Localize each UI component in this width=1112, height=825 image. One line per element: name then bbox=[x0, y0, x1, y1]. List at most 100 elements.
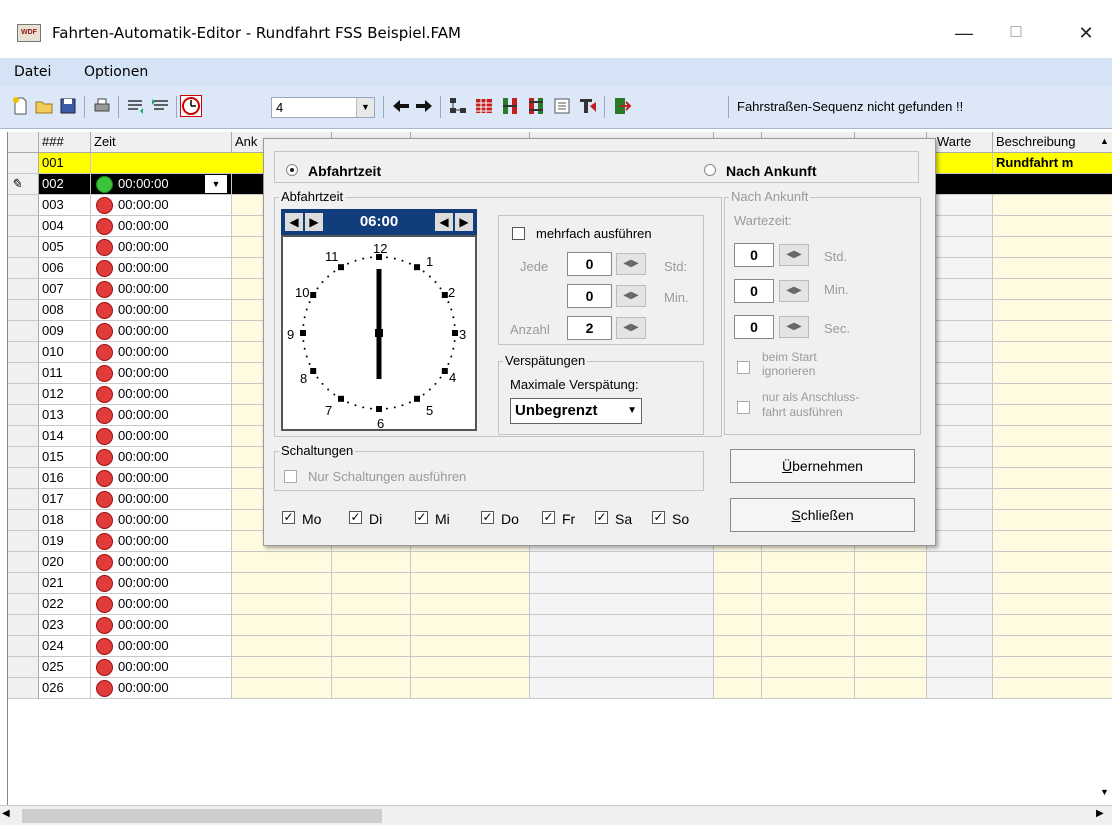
analog-clock[interactable]: 12 1 2 3 4 5 6 7 8 9 10 11 bbox=[281, 235, 477, 431]
switch-icon[interactable] bbox=[526, 96, 546, 116]
time-cell[interactable]: 00:00:00 bbox=[91, 594, 232, 615]
delete-row-icon[interactable] bbox=[150, 96, 170, 116]
table-cell[interactable] bbox=[855, 552, 927, 573]
time-cell[interactable]: 00:00:00 bbox=[91, 552, 232, 573]
table-cell[interactable] bbox=[530, 636, 714, 657]
table-cell[interactable] bbox=[855, 657, 927, 678]
table-cell[interactable] bbox=[855, 636, 927, 657]
table-cell[interactable] bbox=[762, 594, 855, 615]
time-cell[interactable]: 00:00:00 bbox=[91, 636, 232, 657]
table-cell[interactable] bbox=[332, 573, 411, 594]
time-cell[interactable]: 00:00:00 bbox=[91, 573, 232, 594]
table-cell[interactable] bbox=[714, 615, 762, 636]
table-cell[interactable] bbox=[993, 216, 1112, 237]
time-cell[interactable]: 00:00:00 bbox=[91, 363, 232, 384]
table-cell[interactable] bbox=[927, 405, 993, 426]
clock-toolbar-icon[interactable] bbox=[180, 95, 202, 117]
table-cell[interactable] bbox=[332, 678, 411, 699]
table-cell[interactable] bbox=[927, 531, 993, 552]
table-cell[interactable] bbox=[332, 636, 411, 657]
table-cell[interactable] bbox=[993, 615, 1112, 636]
row-indicator[interactable] bbox=[8, 615, 39, 636]
hour-back-icon[interactable]: ◀ bbox=[285, 213, 303, 231]
table-row[interactable]: 023 00:00:00 bbox=[8, 615, 1112, 636]
table-cell[interactable] bbox=[411, 615, 530, 636]
table-cell[interactable] bbox=[530, 657, 714, 678]
table-cell[interactable] bbox=[993, 300, 1112, 321]
open-folder-icon[interactable] bbox=[34, 96, 54, 116]
row-indicator[interactable] bbox=[8, 279, 39, 300]
chevron-down-icon[interactable]: ▼ bbox=[205, 175, 227, 193]
table-row[interactable]: 026 00:00:00 bbox=[8, 678, 1112, 699]
table-cell[interactable] bbox=[232, 573, 332, 594]
beim-start-checkbox[interactable] bbox=[737, 361, 750, 374]
time-cell[interactable]: 00:00:00 bbox=[91, 678, 232, 699]
menu-datei[interactable]: Datei bbox=[14, 64, 51, 80]
row-indicator[interactable] bbox=[8, 363, 39, 384]
row-indicator[interactable] bbox=[8, 342, 39, 363]
maximize-button[interactable]: ☐ bbox=[996, 18, 1036, 48]
table-cell[interactable] bbox=[232, 615, 332, 636]
time-cell[interactable]: 00:00:00 bbox=[91, 657, 232, 678]
table-cell[interactable] bbox=[993, 426, 1112, 447]
jede-min-input[interactable]: 0 bbox=[567, 284, 612, 308]
horizontal-scrollbar[interactable]: ◀ ▶ bbox=[0, 805, 1112, 825]
time-cell[interactable]: 00:00:00 bbox=[91, 321, 232, 342]
chevron-down-icon[interactable]: ▼ bbox=[627, 405, 637, 416]
row-indicator[interactable] bbox=[8, 636, 39, 657]
time-cell[interactable]: 00:00:00 bbox=[91, 279, 232, 300]
row-indicator[interactable] bbox=[8, 195, 39, 216]
table-row[interactable]: 020 00:00:00 bbox=[8, 552, 1112, 573]
schliessen-button[interactable]: Schließen bbox=[730, 498, 915, 532]
table-cell[interactable] bbox=[993, 195, 1112, 216]
table-cell[interactable] bbox=[855, 573, 927, 594]
table-cell[interactable] bbox=[993, 468, 1112, 489]
time-cell[interactable]: 00:00:00 bbox=[91, 426, 232, 447]
row-indicator[interactable] bbox=[8, 447, 39, 468]
wait-sec-input[interactable]: 0 bbox=[734, 315, 774, 339]
column-header-beschreibung[interactable]: Beschreibung bbox=[993, 132, 1112, 153]
table-cell[interactable] bbox=[762, 678, 855, 699]
table-cell[interactable] bbox=[993, 363, 1112, 384]
menu-optionen[interactable]: Optionen bbox=[84, 64, 148, 80]
table-cell[interactable] bbox=[993, 657, 1112, 678]
table-cell[interactable] bbox=[855, 615, 927, 636]
table-cell[interactable] bbox=[332, 615, 411, 636]
weekday-checkbox-mo[interactable]: ✓ bbox=[282, 511, 295, 524]
arrow-left-icon[interactable] bbox=[391, 96, 411, 116]
wait-min-spinner[interactable]: ◀▶ bbox=[779, 280, 809, 302]
new-file-icon[interactable] bbox=[10, 96, 30, 116]
table-cell[interactable] bbox=[927, 258, 993, 279]
table-cell[interactable] bbox=[714, 657, 762, 678]
table-cell[interactable] bbox=[993, 384, 1112, 405]
time-cell[interactable]: 00:00:00 bbox=[91, 237, 232, 258]
table-cell[interactable] bbox=[530, 615, 714, 636]
print-icon[interactable] bbox=[92, 96, 112, 116]
row-indicator[interactable] bbox=[8, 384, 39, 405]
table-cell[interactable] bbox=[993, 594, 1112, 615]
network-icon[interactable] bbox=[448, 96, 468, 116]
scroll-right-icon[interactable]: ▶ bbox=[1096, 808, 1104, 819]
table-cell[interactable] bbox=[411, 573, 530, 594]
table-cell[interactable] bbox=[411, 678, 530, 699]
table-cell[interactable] bbox=[332, 552, 411, 573]
table-cell[interactable] bbox=[927, 510, 993, 531]
table-cell[interactable] bbox=[927, 489, 993, 510]
weekday-checkbox-di[interactable]: ✓ bbox=[349, 511, 362, 524]
table-cell[interactable] bbox=[714, 573, 762, 594]
list-view-icon[interactable] bbox=[552, 96, 572, 116]
table-cell[interactable] bbox=[927, 237, 993, 258]
table-cell[interactable] bbox=[762, 615, 855, 636]
table-cell[interactable] bbox=[232, 657, 332, 678]
row-indicator[interactable] bbox=[8, 321, 39, 342]
wait-std-input[interactable]: 0 bbox=[734, 243, 774, 267]
scrollbar-thumb[interactable] bbox=[22, 809, 382, 823]
weekday-checkbox-fr[interactable]: ✓ bbox=[542, 511, 555, 524]
table-row[interactable]: 021 00:00:00 bbox=[8, 573, 1112, 594]
table-cell[interactable] bbox=[993, 237, 1112, 258]
time-cell[interactable]: 00:00:00 bbox=[91, 342, 232, 363]
minute-back-icon[interactable]: ◀ bbox=[435, 213, 453, 231]
time-cell[interactable]: 00:00:00 bbox=[91, 615, 232, 636]
table-cell[interactable] bbox=[714, 552, 762, 573]
minute-forward-icon[interactable]: ▶ bbox=[455, 213, 473, 231]
